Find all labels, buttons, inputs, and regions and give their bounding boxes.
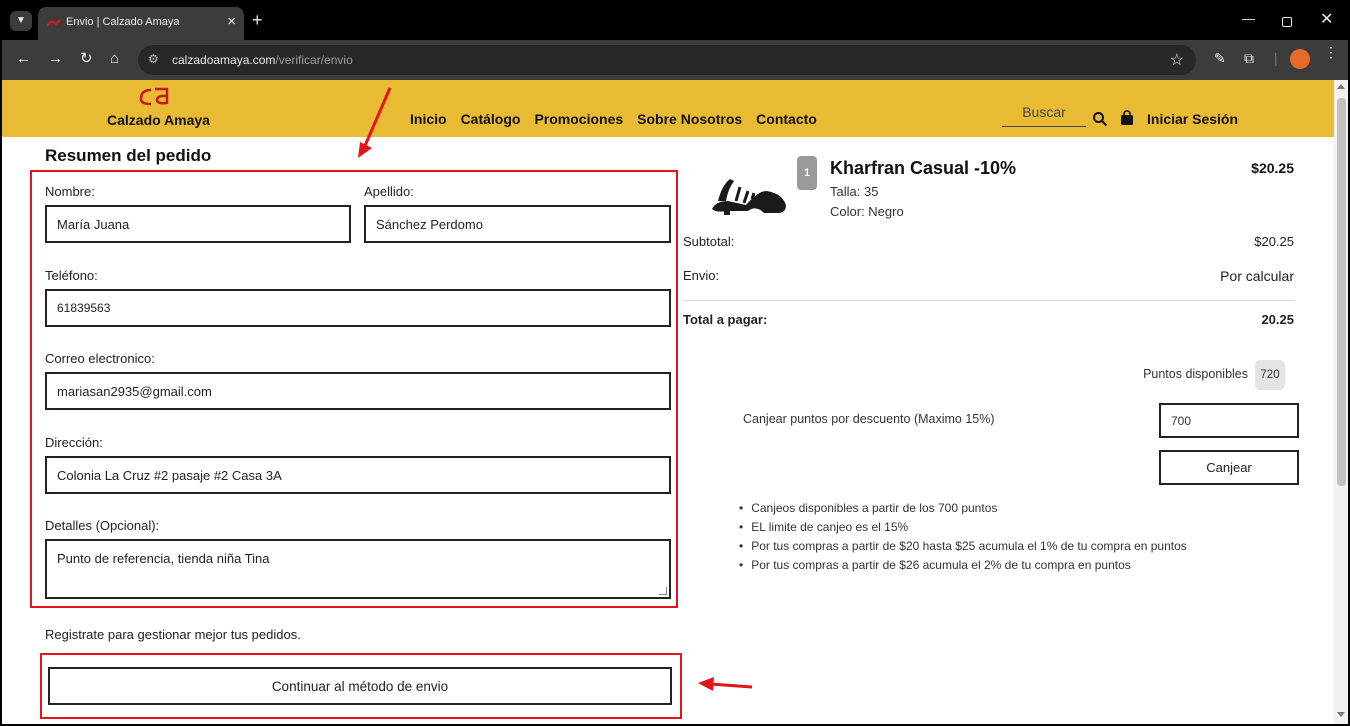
details-label: Detalles (Opcional): (45, 518, 160, 533)
subtotal-value: $20.25 (1254, 234, 1294, 249)
url-text[interactable]: calzadoamaya.com/verificar/envio (172, 53, 353, 67)
annotation-arrow-icon (698, 677, 753, 691)
main-nav: Inicio Catálogo Promociones Sobre Nosotr… (410, 111, 817, 127)
nav-sobre-nosotros[interactable]: Sobre Nosotros (637, 111, 742, 127)
bookmark-star-icon[interactable]: ☆ (1170, 50, 1184, 70)
shipping-value: Por calcular (1220, 268, 1294, 284)
extensions-icon[interactable]: ⧉ (1244, 50, 1254, 67)
address-bar[interactable]: ⚙ calzadoamaya.com/verificar/envio ☆ (138, 45, 1196, 75)
browser-toolbar: ← → ↻ ⌂ ⚙ calzadoamaya.com/verificar/env… (2, 40, 1348, 80)
resize-handle-icon[interactable] (659, 587, 667, 595)
browser-menu-icon[interactable]: ⋮ (1324, 45, 1338, 59)
shipping-label: Envio: (683, 268, 720, 283)
last-name-label: Apellido: (364, 184, 414, 199)
page-scrollbar[interactable] (1334, 80, 1348, 724)
continue-shipping-button[interactable]: Continuar al método de envio (48, 667, 672, 705)
search-input[interactable]: Buscar (1002, 104, 1086, 127)
nav-contacto[interactable]: Contacto (756, 111, 817, 127)
redeem-points-input[interactable]: 700 (1159, 403, 1299, 438)
site-info-icon[interactable]: ⚙ (148, 52, 159, 66)
tab-close-icon[interactable]: × (227, 13, 236, 30)
nav-promociones[interactable]: Promociones (534, 111, 623, 127)
first-name-field[interactable]: María Juana (45, 205, 351, 243)
product-price: $20.25 (1251, 160, 1294, 176)
address-field[interactable]: Colonia La Cruz #2 pasaje #2 Casa 3A (45, 456, 671, 494)
total-value: 20.25 (1261, 312, 1294, 327)
first-name-label: Nombre: (45, 184, 95, 199)
product-size: Talla: 35 (830, 184, 879, 199)
window-close-icon[interactable]: ✕ (1320, 9, 1333, 29)
page-title: Resumen del pedido (45, 146, 212, 165)
tab-bar: ▼ Envio | Calzado Amaya × + — ✕ (2, 2, 1348, 40)
redeem-button[interactable]: Canjear (1159, 450, 1299, 485)
total-label: Total a pagar: (683, 312, 768, 327)
scroll-down-icon[interactable] (1337, 712, 1345, 717)
site-header: Calzado Amaya Inicio Catálogo Promocione… (2, 80, 1334, 137)
nav-catalogo[interactable]: Catálogo (461, 111, 521, 127)
list-item: Por tus compras a partir de $20 hasta $2… (739, 537, 1187, 556)
list-item: Por tus compras a partir de $26 acumula … (739, 556, 1187, 575)
product-name: Kharfran Casual -10% (830, 158, 1017, 178)
email-field[interactable]: mariasan2935@gmail.com (45, 372, 671, 410)
subtotal-label: Subtotal: (683, 234, 735, 249)
web-page: Calzado Amaya Inicio Catálogo Promocione… (2, 80, 1348, 724)
address-label: Dirección: (45, 435, 103, 450)
brand-logo-icon[interactable] (137, 86, 171, 106)
shopping-bag-icon[interactable] (1120, 110, 1134, 126)
product-image (712, 179, 786, 215)
tab-title: Envio | Calzado Amaya (66, 16, 180, 28)
last-name-field[interactable]: Sánchez Perdomo (364, 205, 671, 243)
details-text: Punto de referencia, tienda niña Tina (57, 551, 270, 566)
pen-icon[interactable]: ✎ (1214, 50, 1226, 67)
tab-search-menu-icon[interactable]: ▼ (10, 11, 32, 31)
details-textarea[interactable]: Punto de referencia, tienda niña Tina (45, 539, 671, 599)
login-link[interactable]: Iniciar Sesión (1147, 111, 1238, 127)
list-item: Canjeos disponibles a partir de los 700 … (739, 499, 1187, 518)
email-label: Correo electronico: (45, 351, 155, 366)
back-icon[interactable]: ← (16, 50, 31, 68)
points-label: Puntos disponibles (1143, 367, 1248, 381)
maximize-icon[interactable] (1282, 17, 1292, 27)
product-color: Color: Negro (830, 204, 904, 219)
browser-window: ▼ Envio | Calzado Amaya × + — ✕ ← → ↻ ⌂ … (2, 2, 1348, 724)
profile-avatar[interactable] (1290, 49, 1310, 69)
phone-field[interactable]: 61839563 (45, 289, 671, 327)
register-prompt: Registrate para gestionar mejor tus pedi… (45, 627, 301, 642)
forward-icon[interactable]: → (48, 50, 63, 68)
reload-icon[interactable]: ↻ (80, 50, 93, 68)
home-icon[interactable]: ⌂ (110, 50, 119, 68)
points-badge: 720 (1255, 360, 1285, 390)
points-rules-list: Canjeos disponibles a partir de los 700 … (739, 499, 1187, 575)
search-icon[interactable] (1092, 111, 1108, 127)
nav-inicio[interactable]: Inicio (410, 111, 447, 127)
minimize-icon[interactable]: — (1242, 11, 1255, 26)
active-tab[interactable]: Envio | Calzado Amaya × (38, 7, 244, 40)
list-item: EL limite de canjeo es el 15% (739, 518, 1187, 537)
redeem-label: Canjear puntos por descuento (Maximo 15%… (743, 412, 995, 426)
summary-divider (683, 300, 1295, 301)
annotation-arrow-icon (358, 87, 392, 158)
quantity-badge: 1 (797, 156, 817, 190)
phone-label: Teléfono: (45, 268, 98, 283)
scroll-up-icon[interactable] (1337, 84, 1345, 89)
new-tab-icon[interactable]: + (252, 10, 263, 31)
highlight-box-continue: Continuar al método de envio (40, 653, 682, 719)
site-favicon-icon (46, 19, 61, 27)
toolbar-divider: | (1274, 50, 1278, 66)
scroll-thumb[interactable] (1337, 98, 1346, 486)
brand-name[interactable]: Calzado Amaya (107, 112, 210, 128)
